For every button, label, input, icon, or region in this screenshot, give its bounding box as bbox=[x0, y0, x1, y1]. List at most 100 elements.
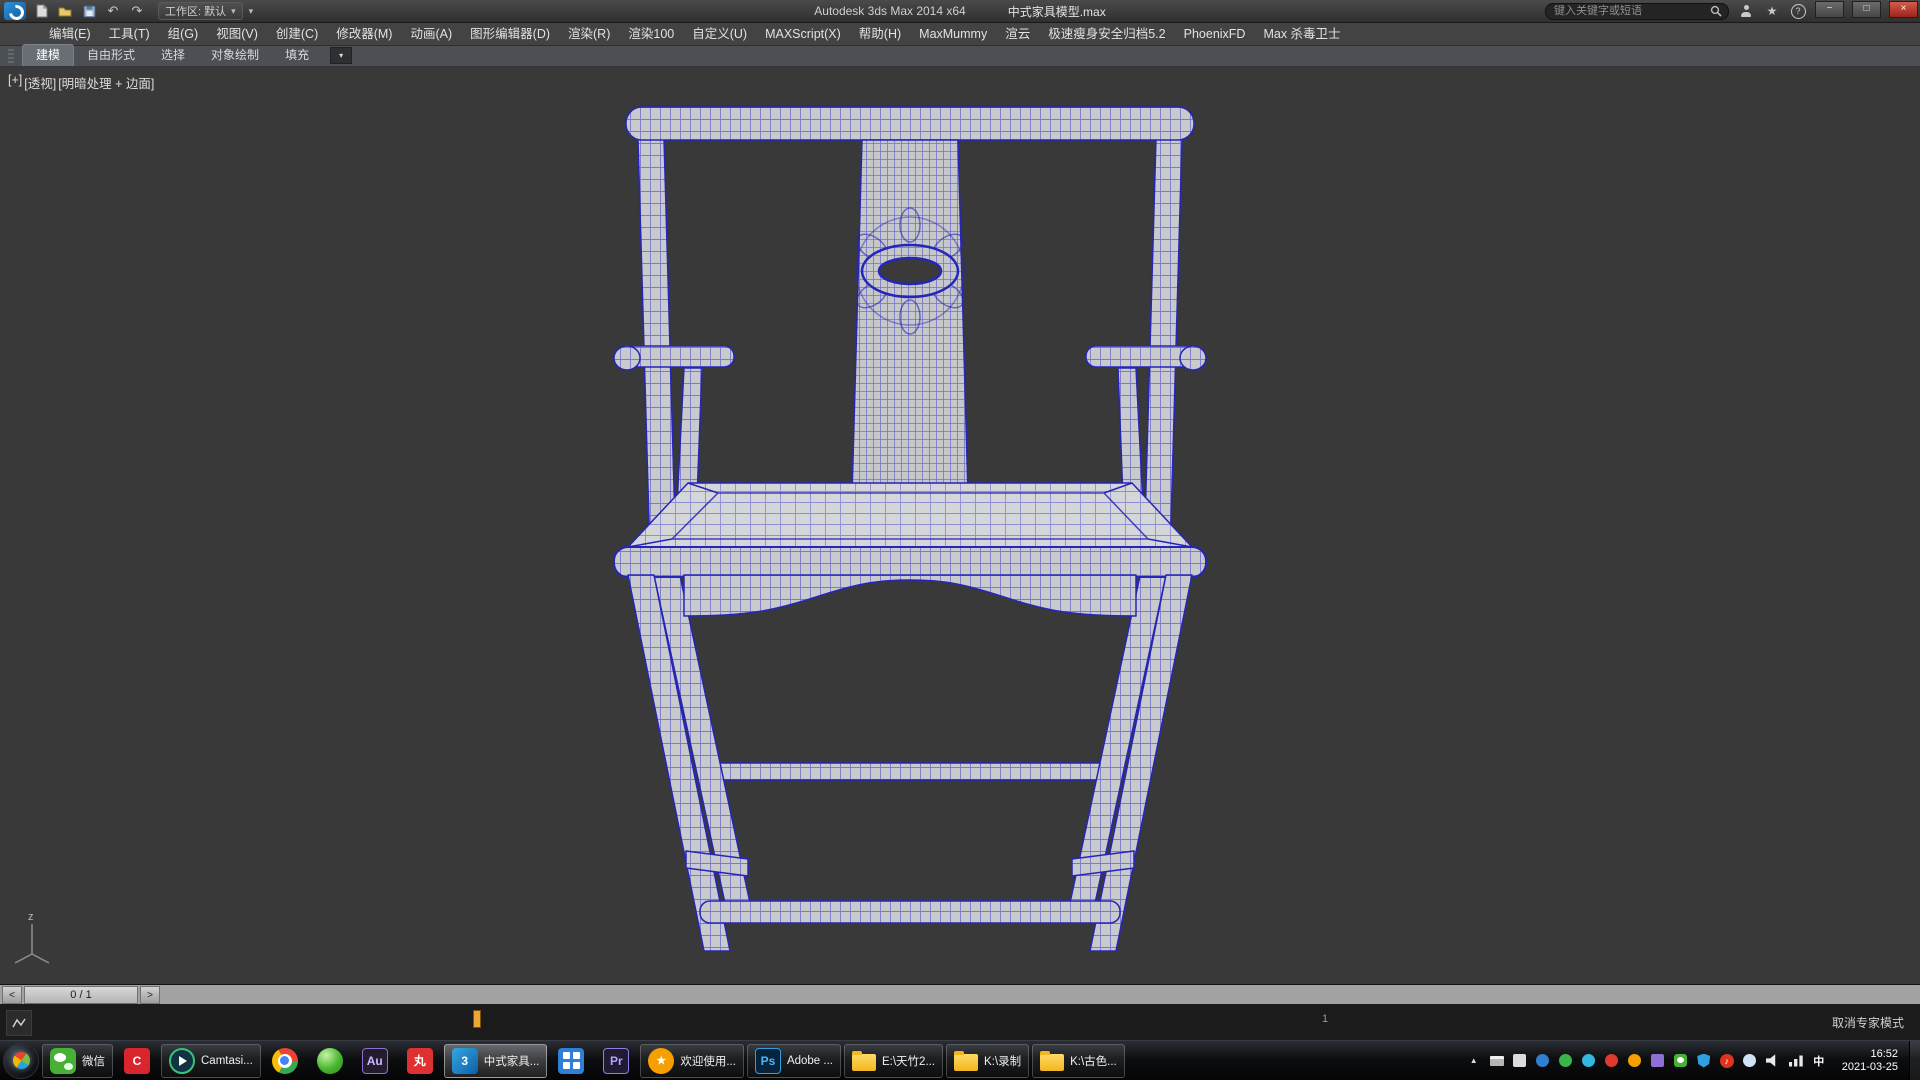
taskbar-folder1-button[interactable]: E:\天竹2... bbox=[844, 1044, 943, 1078]
menu-phoenixfd[interactable]: PhoenixFD bbox=[1175, 23, 1255, 46]
taskbar-red-c-app-button[interactable]: C bbox=[116, 1045, 158, 1077]
taskbar-premiere-button[interactable]: Pr bbox=[595, 1045, 637, 1077]
folder-icon bbox=[954, 1054, 978, 1071]
ribbon-grip[interactable] bbox=[8, 49, 14, 63]
open-file-icon[interactable] bbox=[56, 3, 74, 19]
ribbon-minimize-icon[interactable]: ▾ bbox=[330, 47, 352, 64]
taskbar-green-browser-button[interactable] bbox=[309, 1045, 351, 1077]
blue-app-icon[interactable] bbox=[1535, 1053, 1551, 1069]
tab-selection[interactable]: 选择 bbox=[148, 45, 198, 66]
show-hidden-icons-button[interactable]: ▲ bbox=[1466, 1053, 1482, 1069]
search-box[interactable] bbox=[1545, 3, 1729, 20]
purple-app-icon[interactable] bbox=[1650, 1053, 1666, 1069]
menu-edit[interactable]: 编辑(E) bbox=[40, 23, 100, 46]
taskbar-folder2-button[interactable]: K:\录制 bbox=[946, 1044, 1029, 1078]
perspective-viewport[interactable]: [+] [透视] [明暗处理 + 边面] bbox=[0, 67, 1920, 984]
music-app-icon[interactable]: ♪ bbox=[1719, 1053, 1735, 1069]
next-frame-button[interactable]: > bbox=[140, 986, 160, 1004]
sign-in-icon[interactable] bbox=[1737, 3, 1755, 19]
input-method-icon[interactable]: 中 bbox=[1811, 1053, 1827, 1069]
taskbar-folder3-label: K:\古色... bbox=[1070, 1053, 1117, 1069]
taskbar-3dsmax-label: 中式家具... bbox=[484, 1053, 540, 1069]
menu-help[interactable]: 帮助(H) bbox=[850, 23, 910, 46]
security-shield-icon[interactable] bbox=[1696, 1053, 1712, 1069]
tab-freeform[interactable]: 自由形式 bbox=[74, 45, 148, 66]
workspace-dropdown[interactable]: 工作区: 默认 ▾ bbox=[158, 2, 243, 20]
taskbar-photoshop-button[interactable]: Ps Adobe ... bbox=[747, 1044, 841, 1078]
search-input[interactable] bbox=[1552, 4, 1706, 18]
menu-create[interactable]: 创建(C) bbox=[267, 23, 327, 46]
viewport-pov-menu[interactable]: [透视] bbox=[24, 73, 56, 92]
taskbar-clock[interactable]: 16:52 2021-03-25 bbox=[1838, 1048, 1906, 1074]
3dsmax-app-icon: 3 bbox=[452, 1048, 478, 1074]
green-app-icon[interactable] bbox=[1558, 1053, 1574, 1069]
help-icon[interactable]: ? bbox=[1789, 3, 1807, 19]
time-slider[interactable]: < 0 / 1 > bbox=[0, 984, 1920, 1005]
cancel-expert-mode-button[interactable]: 取消专家模式 bbox=[1826, 1012, 1910, 1033]
menu-render100[interactable]: 渲染100 bbox=[619, 23, 683, 46]
system-tray: ▲ ♪ 中 bbox=[1466, 1053, 1835, 1069]
windows-flag-icon bbox=[11, 1051, 31, 1071]
printer-icon[interactable] bbox=[1489, 1053, 1505, 1069]
notes-app-icon[interactable] bbox=[1512, 1053, 1528, 1069]
show-desktop-button[interactable] bbox=[1909, 1041, 1920, 1080]
menu-slim-archive[interactable]: 极速瘦身安全归档5.2 bbox=[1039, 23, 1174, 46]
chair-model-wireframe[interactable] bbox=[600, 95, 1220, 967]
menu-rendercloud[interactable]: 渲云 bbox=[996, 23, 1039, 46]
new-scene-icon[interactable] bbox=[32, 3, 50, 19]
green-browser-icon bbox=[317, 1048, 343, 1074]
track-bar[interactable]: 1 取消专家模式 bbox=[0, 1004, 1920, 1040]
red-app-icon[interactable] bbox=[1604, 1053, 1620, 1069]
folder-icon bbox=[1040, 1054, 1064, 1071]
start-button[interactable] bbox=[3, 1043, 39, 1079]
menu-modifiers[interactable]: 修改器(M) bbox=[327, 23, 401, 46]
volume-icon[interactable] bbox=[1765, 1053, 1781, 1069]
taskbar-wan-app-button[interactable]: 丸 bbox=[399, 1045, 441, 1077]
tab-modeling[interactable]: 建模 bbox=[22, 44, 74, 66]
search-icon[interactable] bbox=[1710, 5, 1722, 17]
favorites-star-icon[interactable]: ★ bbox=[1763, 3, 1781, 19]
menu-maxmummy[interactable]: MaxMummy bbox=[910, 23, 996, 46]
taskbar-wechat-button[interactable]: 微信 bbox=[42, 1044, 113, 1078]
tab-populate[interactable]: 填充 bbox=[272, 45, 322, 66]
skyblue-app-icon[interactable] bbox=[1581, 1053, 1597, 1069]
previous-frame-button[interactable]: < bbox=[2, 986, 22, 1004]
undo-icon[interactable]: ↶ bbox=[104, 3, 122, 19]
mini-curve-editor-button[interactable] bbox=[6, 1010, 32, 1036]
viewport-shading-menu[interactable]: [明暗处理 + 边面] bbox=[58, 73, 154, 92]
redo-icon[interactable]: ↷ bbox=[128, 3, 146, 19]
menu-maxscript[interactable]: MAXScript(X) bbox=[756, 23, 850, 46]
network-icon[interactable] bbox=[1788, 1053, 1804, 1069]
taskbar-folder3-button[interactable]: K:\古色... bbox=[1032, 1044, 1125, 1078]
menu-graph-editors[interactable]: 图形编辑器(D) bbox=[461, 23, 559, 46]
current-frame-marker[interactable] bbox=[473, 1010, 481, 1028]
menu-rendering[interactable]: 渲染(R) bbox=[559, 23, 619, 46]
menu-antivirus[interactable]: Max 杀毒卫士 bbox=[1254, 23, 1349, 46]
taskbar-wechat-label: 微信 bbox=[82, 1053, 105, 1069]
world-axis-gizmo: z bbox=[10, 910, 56, 968]
quick-access-overflow-icon[interactable]: ▾ bbox=[249, 6, 254, 17]
taskbar-chrome-button[interactable] bbox=[264, 1045, 306, 1077]
minimize-button[interactable]: − bbox=[1815, 1, 1844, 18]
orange-app-icon[interactable] bbox=[1627, 1053, 1643, 1069]
taskbar-3dsmax-button[interactable]: 3 中式家具... bbox=[444, 1044, 548, 1078]
menu-animation[interactable]: 动画(A) bbox=[401, 23, 461, 46]
taskbar-camtasia-button[interactable]: Camtasi... bbox=[161, 1044, 261, 1078]
taskbar-welcome-dialog-button[interactable]: ★ 欢迎使用... bbox=[640, 1044, 744, 1078]
taskbar-grid-app-button[interactable] bbox=[550, 1045, 592, 1077]
viewport-general-menu[interactable]: [+] bbox=[8, 73, 22, 92]
menu-group[interactable]: 组(G) bbox=[159, 23, 208, 46]
3dsmax-logo-icon[interactable] bbox=[4, 2, 26, 20]
wechat-tray-icon[interactable] bbox=[1673, 1053, 1689, 1069]
menu-tools[interactable]: 工具(T) bbox=[100, 23, 159, 46]
time-slider-handle[interactable]: 0 / 1 bbox=[24, 986, 138, 1004]
cloud-app-icon[interactable] bbox=[1742, 1053, 1758, 1069]
save-file-icon[interactable] bbox=[80, 3, 98, 19]
tab-object-paint[interactable]: 对象绘制 bbox=[198, 45, 272, 66]
maximize-button[interactable]: □ bbox=[1852, 1, 1881, 18]
menu-customize[interactable]: 自定义(U) bbox=[683, 23, 756, 46]
taskbar-audition-button[interactable]: Au bbox=[354, 1045, 396, 1077]
menu-views[interactable]: 视图(V) bbox=[207, 23, 267, 46]
taskbar-welcome-label: 欢迎使用... bbox=[680, 1053, 736, 1069]
close-button[interactable]: × bbox=[1889, 1, 1918, 18]
